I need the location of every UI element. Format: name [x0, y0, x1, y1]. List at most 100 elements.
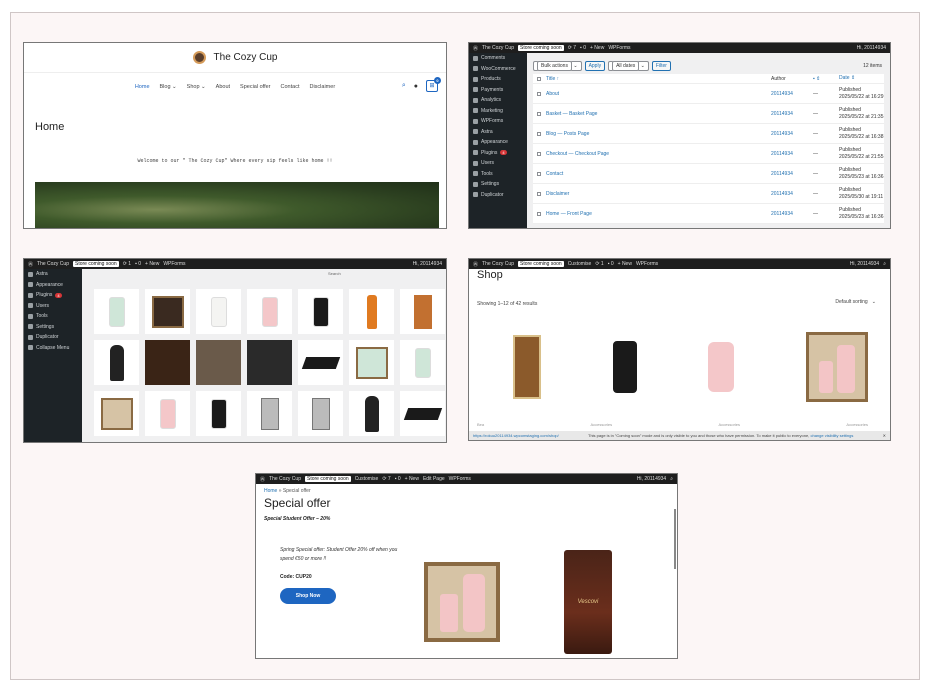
wordpress-icon[interactable]: Ⓦ — [28, 261, 33, 268]
sidebar-item[interactable]: Tools — [469, 169, 527, 180]
page-title-link[interactable]: Contact — [546, 171, 771, 177]
comments-icon[interactable]: ▪ 0 — [608, 261, 614, 267]
nav-shop[interactable]: Shop ⌄ — [187, 84, 206, 90]
new-button[interactable]: + New — [618, 261, 632, 267]
media-thumbnail[interactable] — [400, 340, 445, 385]
date-column-header[interactable]: Date ⇕ — [839, 75, 884, 82]
comments-icon[interactable]: ▪ 0 — [395, 476, 401, 482]
admin-bar-site[interactable]: The Cozy Cup — [269, 476, 301, 482]
sidebar-item[interactable]: Payments — [469, 85, 527, 96]
bulk-actions-select[interactable]: Bulk actions ⌄ — [533, 61, 582, 71]
cart-icon[interactable]: ⊞ 0 — [426, 77, 441, 92]
author-link[interactable]: 20114934 — [771, 171, 813, 177]
comments-icon[interactable]: ▪ 0 — [135, 261, 141, 267]
author-link[interactable]: 20114934 — [771, 131, 813, 137]
sorting-select[interactable]: Default sorting ⌄ — [835, 299, 876, 305]
wordpress-icon[interactable]: Ⓦ — [473, 45, 478, 52]
page-title-link[interactable]: Disclaimer — [546, 191, 771, 197]
sidebar-item[interactable]: Users — [469, 158, 527, 169]
store-status-badge[interactable]: Store coming soon — [517, 45, 564, 51]
sidebar-item[interactable]: Duplicator — [469, 190, 527, 201]
filter-button[interactable]: Filter — [651, 61, 671, 71]
product-black-cup[interactable] — [612, 341, 637, 393]
media-thumbnail[interactable] — [145, 289, 190, 334]
admin-bar-site[interactable]: The Cozy Cup — [482, 45, 514, 51]
product-pink-cup[interactable] — [708, 342, 735, 392]
sidebar-item[interactable]: WooCommerce — [469, 64, 527, 75]
nav-blog[interactable]: Blog ⌄ — [160, 84, 177, 90]
sidebar-item[interactable]: Tools — [24, 311, 82, 322]
nav-about[interactable]: About — [216, 84, 230, 90]
sidebar-item[interactable]: Appearance — [469, 137, 527, 148]
wpforms-link[interactable]: WPForms — [449, 476, 471, 482]
row-checkbox[interactable] — [537, 131, 541, 136]
page-title-link[interactable]: Basket — Basket Page — [546, 111, 771, 117]
sidebar-item[interactable]: Astra — [469, 127, 527, 138]
product-coffee-bag[interactable] — [513, 335, 541, 399]
sidebar-item[interactable]: Analytics — [469, 95, 527, 106]
sidebar-item[interactable]: Users — [24, 301, 82, 312]
customise-link[interactable]: Customise — [568, 261, 592, 267]
row-checkbox[interactable] — [537, 211, 541, 216]
media-thumbnail[interactable] — [247, 289, 292, 334]
media-thumbnail[interactable] — [247, 340, 292, 385]
apply-button[interactable]: Apply — [584, 61, 606, 71]
shop-now-button[interactable]: Shop Now — [280, 588, 336, 604]
updates-icon[interactable]: ⟳ 7 — [382, 476, 390, 482]
sidebar-item[interactable]: Plugins 4 — [24, 290, 82, 301]
page-title-link[interactable]: Home — Front Page — [546, 211, 771, 217]
store-status-badge[interactable]: Store coming soon — [72, 261, 119, 267]
edit-page-link[interactable]: Edit Page — [423, 476, 445, 482]
store-status-badge[interactable]: Store coming soon — [304, 476, 351, 482]
close-icon[interactable]: ✕ — [883, 433, 886, 438]
search-icon[interactable]: ⌕ — [402, 82, 406, 90]
comments-column-icon[interactable]: ▪ ⇕ — [813, 76, 839, 82]
breadcrumb-home[interactable]: Home — [264, 488, 277, 494]
sidebar-item[interactable]: Products — [469, 74, 527, 85]
nav-disclaimer[interactable]: Disclaimer — [309, 84, 335, 90]
search-icon[interactable]: ⌕ — [883, 261, 886, 267]
sidebar-item[interactable]: Settings — [24, 322, 82, 333]
wpforms-link[interactable]: WPForms — [163, 261, 185, 267]
row-checkbox[interactable] — [537, 191, 541, 196]
media-thumbnail[interactable] — [298, 391, 343, 436]
row-checkbox[interactable] — [537, 91, 541, 96]
row-checkbox[interactable] — [537, 171, 541, 176]
howdy-account[interactable]: Hi, 20114934 — [857, 45, 886, 51]
author-link[interactable]: 20114934 — [771, 91, 813, 97]
admin-bar-site[interactable]: The Cozy Cup — [37, 261, 69, 267]
account-icon[interactable]: ● — [414, 83, 418, 90]
cup-logo-icon[interactable] — [192, 51, 206, 64]
sidebar-item[interactable]: WPForms — [469, 116, 527, 127]
media-thumbnail[interactable] — [247, 391, 292, 436]
search-icon[interactable]: ⌕ — [670, 476, 673, 482]
media-thumbnail[interactable] — [349, 340, 394, 385]
author-link[interactable]: 20114934 — [771, 191, 813, 197]
updates-icon[interactable]: ⟳ 7 — [568, 45, 576, 51]
new-button[interactable]: + New — [590, 45, 604, 51]
title-column-header[interactable]: Title ↑ — [546, 76, 771, 82]
author-link[interactable]: 20114934 — [771, 111, 813, 117]
media-thumbnail[interactable] — [196, 289, 241, 334]
media-thumbnail[interactable] — [145, 391, 190, 436]
nav-contact[interactable]: Contact — [281, 84, 300, 90]
media-thumbnail[interactable] — [94, 391, 139, 436]
wpforms-link[interactable]: WPForms — [636, 261, 658, 267]
media-thumbnail[interactable] — [298, 340, 343, 385]
site-title[interactable]: The Cozy Cup — [214, 52, 278, 63]
store-status-badge[interactable]: Store coming soon — [517, 261, 564, 267]
media-thumbnail[interactable] — [145, 340, 190, 385]
media-thumbnail[interactable] — [349, 289, 394, 334]
scrollbar[interactable] — [674, 509, 676, 569]
sidebar-item[interactable]: Settings — [469, 179, 527, 190]
author-link[interactable]: 20114934 — [771, 211, 813, 217]
media-thumbnail[interactable] — [400, 391, 445, 436]
new-button[interactable]: + New — [405, 476, 419, 482]
howdy-account[interactable]: Hi, 20114934 — [637, 476, 666, 482]
media-thumbnail[interactable] — [196, 340, 241, 385]
admin-bar-site[interactable]: The Cozy Cup — [482, 261, 514, 267]
nav-home[interactable]: Home — [135, 84, 150, 90]
dates-select[interactable]: All dates ⌄ — [608, 61, 649, 71]
row-checkbox[interactable] — [537, 151, 541, 156]
sidebar-item[interactable]: Collapse Menu — [24, 343, 82, 354]
